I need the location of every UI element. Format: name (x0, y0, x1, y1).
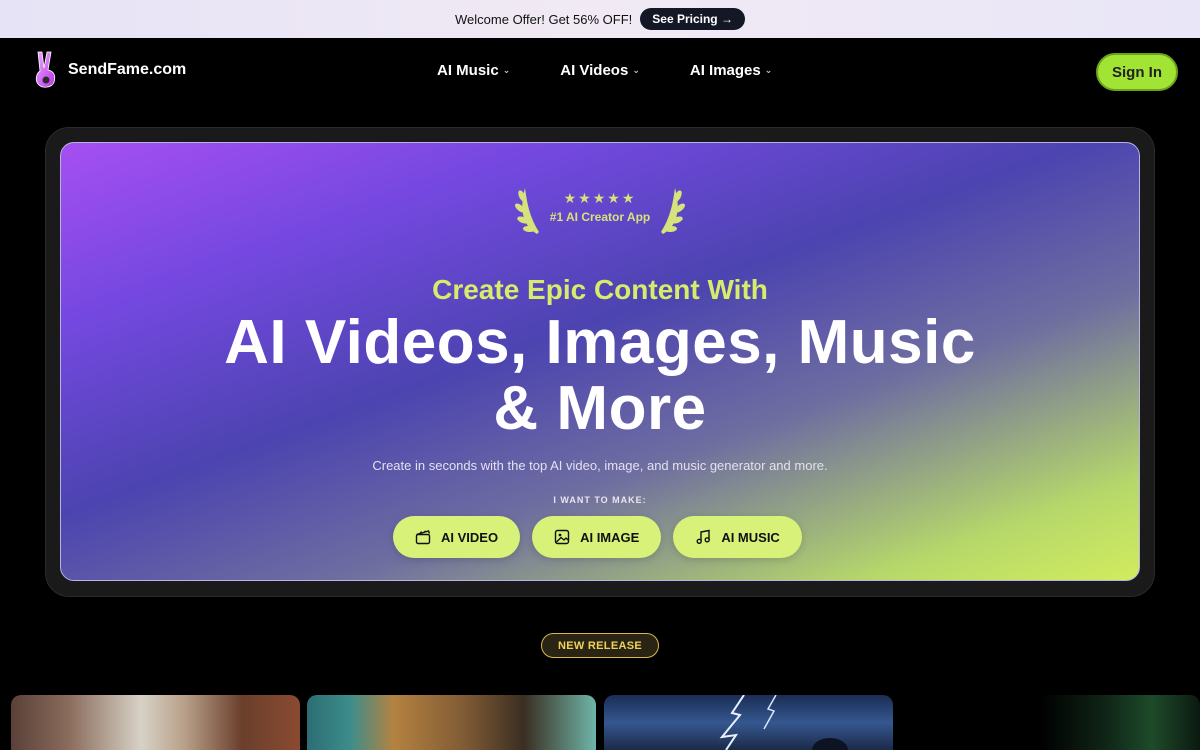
ai-video-button[interactable]: AI VIDEO (393, 516, 521, 558)
cta-label: AI VIDEO (441, 529, 499, 545)
hero-description: Create in seconds with the top AI video,… (372, 458, 828, 473)
clapperboard-icon (415, 530, 431, 545)
ai-image-button[interactable]: AI IMAGE (532, 516, 662, 558)
ai-music-button[interactable]: AI MUSIC (673, 516, 802, 558)
headline-line-2: & More (493, 374, 707, 443)
headline-line-1: AI Videos, Images, Music (224, 308, 976, 377)
menu-ai-videos[interactable]: AI Videos ⌄ (560, 62, 640, 79)
chevron-down-icon: ⌄ (502, 65, 511, 75)
see-pricing-button[interactable]: See Pricing → (640, 8, 745, 30)
brand-name: SendFame.com (68, 61, 187, 78)
rating-stars: ★★★★★ (563, 190, 637, 206)
release-carousel (0, 695, 1200, 750)
video-thumbnail[interactable] (1040, 695, 1200, 750)
video-thumbnail[interactable] (604, 695, 893, 750)
peace-hand-icon (35, 51, 56, 88)
promo-text: Welcome Offer! Get 56% OFF! (455, 11, 633, 27)
cta-label: AI IMAGE (580, 529, 640, 545)
chevron-down-icon: ⌄ (764, 65, 773, 75)
promo-bar: Welcome Offer! Get 56% OFF! See Pricing … (0, 0, 1200, 38)
hero-subtitle: Create Epic Content With (432, 274, 768, 305)
new-release-badge: NEW RELEASE (541, 633, 659, 658)
award-text: #1 AI Creator App (549, 210, 651, 224)
menu-label: AI Images (689, 62, 761, 79)
menu-label: AI Music (437, 62, 499, 79)
cta-label: AI MUSIC (721, 529, 780, 545)
music-note-icon (696, 529, 711, 545)
cta-group: AI VIDEO AI IMAGE AI MUSIC (393, 516, 802, 558)
menu-label: AI Videos (560, 62, 629, 79)
top-nav: SendFame.com AI Music ⌄ AI Videos ⌄ AI I… (0, 38, 1200, 104)
award-badge: ★★★★★ #1 AI Creator App (515, 182, 685, 238)
menu-ai-music[interactable]: AI Music ⌄ (437, 62, 510, 79)
main-menu: AI Music ⌄ AI Videos ⌄ AI Images ⌄ (437, 62, 822, 79)
video-thumbnail[interactable] (11, 695, 300, 750)
make-prompt-label: I WANT TO MAKE: (553, 495, 647, 505)
image-icon (554, 529, 570, 545)
brand-logo[interactable]: SendFame.com (32, 50, 186, 90)
chevron-down-icon: ⌄ (632, 65, 640, 75)
lightning-image (719, 695, 848, 750)
hero-headline: AI Videos, Images, Music & More (100, 310, 1100, 442)
menu-ai-images[interactable]: AI Images ⌄ (690, 62, 772, 79)
video-thumbnail[interactable] (307, 695, 596, 750)
sign-in-button[interactable]: Sign In (1096, 53, 1178, 91)
